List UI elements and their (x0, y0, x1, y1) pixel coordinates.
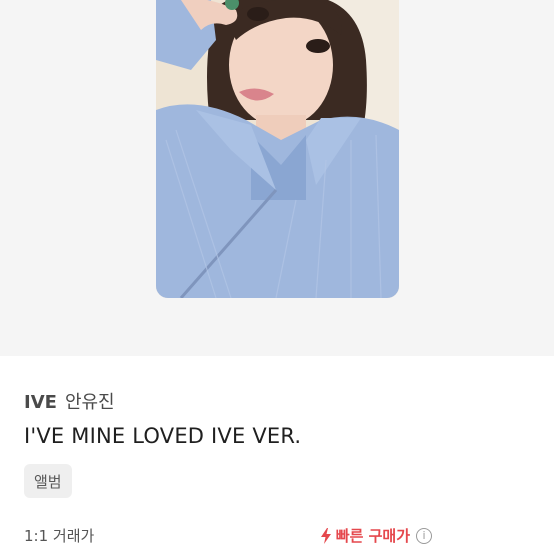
trade-price-label: 1:1 거래가 (24, 527, 95, 545)
price-row: 1:1 거래가 빠른 구매가 i (24, 525, 432, 546)
product-info: IVE 안유진 I'VE MINE LOVED IVE VER. (24, 388, 530, 448)
photocard-image[interactable] (156, 0, 399, 298)
artist-name[interactable]: IVE (24, 392, 57, 413)
lightning-icon (320, 527, 331, 544)
artist-row: IVE 안유진 (24, 388, 530, 414)
fast-buy-price[interactable]: 빠른 구매가 i (320, 525, 432, 546)
category-tag[interactable]: 앨범 (24, 464, 72, 498)
fast-buy-label: 빠른 구매가 (335, 527, 410, 545)
product-title: I'VE MINE LOVED IVE VER. (24, 424, 302, 448)
product-image-area (0, 0, 554, 356)
info-icon[interactable]: i (416, 527, 432, 544)
member-name[interactable]: 안유진 (65, 388, 115, 414)
